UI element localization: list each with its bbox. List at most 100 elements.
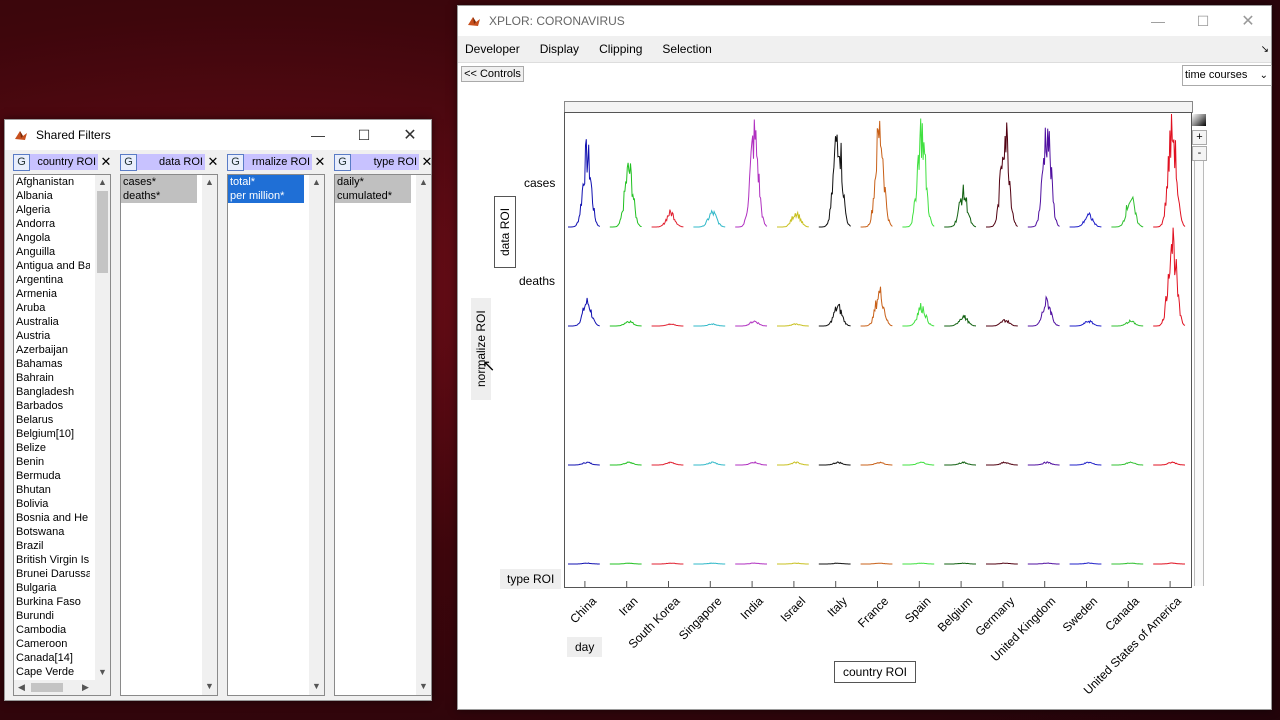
- list-item[interactable]: Bermuda: [14, 469, 90, 483]
- xplor-titlebar[interactable]: XPLOR: CORONAVIRUS — ☐ ✕: [458, 6, 1271, 36]
- time-course-plot[interactable]: [564, 112, 1192, 588]
- shared-filters-title: Shared Filters: [36, 128, 111, 142]
- list-item[interactable]: Botswana: [14, 525, 90, 539]
- list-item[interactable]: Burkina Faso: [14, 595, 90, 609]
- deaths-label: deaths: [519, 274, 556, 288]
- list-item[interactable]: cumulated*: [335, 189, 411, 203]
- country-list-hscroll[interactable]: ◀ ▶: [14, 680, 110, 695]
- country-list-vscroll[interactable]: ▲ ▼: [95, 175, 110, 680]
- menu-display[interactable]: Display: [540, 42, 579, 56]
- list-item[interactable]: total*: [228, 175, 304, 189]
- country-roi-list[interactable]: Afghanistan Albania Algeria Andorra Angola An…: [13, 174, 111, 696]
- normalize-roi-close-icon[interactable]: ✕: [313, 154, 327, 170]
- close-button[interactable]: ✕: [387, 120, 433, 150]
- list-item[interactable]: cases*: [121, 175, 197, 189]
- list-item[interactable]: Benin: [14, 455, 90, 469]
- view-select[interactable]: time courses ⌄: [1182, 65, 1272, 86]
- list-item[interactable]: Brunei Darussa: [14, 567, 90, 581]
- menu-clipping[interactable]: Clipping: [599, 42, 642, 56]
- normalize-axis-label[interactable]: normalize ROI: [471, 298, 491, 400]
- list-item[interactable]: Belgium[10]: [14, 427, 90, 441]
- list-item[interactable]: Belarus: [14, 413, 90, 427]
- list-item[interactable]: Armenia: [14, 287, 90, 301]
- list-item[interactable]: Antigua and Ba: [14, 259, 90, 273]
- scroll-down-icon[interactable]: ▼: [95, 665, 110, 680]
- hscroll-thumb[interactable]: [31, 683, 63, 692]
- list-item[interactable]: Bolivia: [14, 497, 90, 511]
- list-item[interactable]: Argentina: [14, 273, 90, 287]
- list-item[interactable]: Cambodia: [14, 623, 90, 637]
- day-axis-label[interactable]: day: [567, 637, 603, 657]
- data-roi-list[interactable]: cases* deaths* ▲ ▼: [120, 174, 218, 696]
- minimize-button[interactable]: —: [295, 120, 341, 150]
- normalize-roi-vscroll[interactable]: ▲ ▼: [309, 175, 324, 695]
- list-item[interactable]: Burundi: [14, 609, 90, 623]
- list-item[interactable]: Angola: [14, 231, 90, 245]
- scroll-down-icon[interactable]: ▼: [202, 679, 217, 694]
- scroll-up-icon[interactable]: ▲: [309, 175, 324, 190]
- group-button[interactable]: G: [120, 154, 137, 171]
- data-roi-title: data ROI: [137, 154, 205, 170]
- list-item[interactable]: Brazil: [14, 539, 90, 553]
- scroll-left-icon[interactable]: ◀: [14, 680, 29, 695]
- scroll-up-icon[interactable]: ▲: [95, 175, 110, 190]
- list-item[interactable]: British Virgin Is: [14, 553, 90, 567]
- group-button[interactable]: G: [227, 154, 244, 171]
- list-item[interactable]: Bulgaria: [14, 581, 90, 595]
- scroll-up-icon[interactable]: ▲: [202, 175, 217, 190]
- type-roi-close-icon[interactable]: ✕: [420, 154, 434, 170]
- list-item[interactable]: Afghanistan: [14, 175, 90, 189]
- scroll-down-icon[interactable]: ▼: [309, 679, 324, 694]
- list-item[interactable]: Bahrain: [14, 371, 90, 385]
- list-item[interactable]: Canada[14]: [14, 651, 90, 665]
- list-item[interactable]: Aruba: [14, 301, 90, 315]
- list-item[interactable]: Barbados: [14, 399, 90, 413]
- maximize-button[interactable]: ☐: [341, 120, 387, 150]
- list-item[interactable]: Anguilla: [14, 245, 90, 259]
- data-roi-close-icon[interactable]: ✕: [206, 154, 220, 170]
- type-roi-vscroll[interactable]: ▲ ▼: [416, 175, 431, 695]
- list-item[interactable]: Cape Verde: [14, 665, 90, 679]
- normalize-roi-list[interactable]: total* per million* ▲ ▼: [227, 174, 325, 696]
- list-item[interactable]: Albania: [14, 189, 90, 203]
- scroll-up-icon[interactable]: ▲: [416, 175, 431, 190]
- zoom-out-button[interactable]: -: [1192, 146, 1207, 161]
- list-item[interactable]: Azerbaijan: [14, 343, 90, 357]
- maximize-button[interactable]: ☐: [1180, 6, 1226, 36]
- scroll-down-icon[interactable]: ▼: [416, 679, 431, 694]
- list-item[interactable]: Algeria: [14, 203, 90, 217]
- scroll-right-icon[interactable]: ▶: [78, 680, 93, 695]
- close-button[interactable]: ✕: [1225, 6, 1271, 36]
- country-roi-close-icon[interactable]: ✕: [99, 154, 113, 170]
- list-item[interactable]: per million*: [228, 189, 304, 203]
- list-item[interactable]: Cameroon: [14, 637, 90, 651]
- country-roi-header: G country ROI ✕: [13, 154, 113, 172]
- list-item[interactable]: Belize: [14, 441, 90, 455]
- minimize-button[interactable]: —: [1135, 6, 1181, 36]
- list-item[interactable]: Austria: [14, 329, 90, 343]
- list-item[interactable]: deaths*: [121, 189, 197, 203]
- plot-vscroll[interactable]: [1194, 161, 1204, 586]
- type-roi-list[interactable]: daily* cumulated* ▲ ▼: [334, 174, 432, 696]
- list-item[interactable]: Australia: [14, 315, 90, 329]
- list-item[interactable]: Bahamas: [14, 357, 90, 371]
- shared-filters-titlebar[interactable]: Shared Filters — ☐ ✕: [5, 120, 431, 150]
- list-item[interactable]: Bhutan: [14, 483, 90, 497]
- country-roi-axis-label[interactable]: country ROI: [834, 661, 917, 683]
- list-item[interactable]: Bosnia and He: [14, 511, 90, 525]
- zoom-in-button[interactable]: +: [1192, 130, 1207, 145]
- data-roi-vscroll[interactable]: ▲ ▼: [202, 175, 217, 695]
- data-roi-axis-label[interactable]: data ROI: [494, 196, 516, 268]
- group-button[interactable]: G: [13, 154, 30, 171]
- menu-developer[interactable]: Developer: [465, 42, 520, 56]
- list-item[interactable]: Bangladesh: [14, 385, 90, 399]
- scroll-thumb[interactable]: [97, 191, 108, 273]
- list-item[interactable]: daily*: [335, 175, 411, 189]
- dock-arrow-icon[interactable]: ↘: [1261, 44, 1269, 55]
- list-item[interactable]: Andorra: [14, 217, 90, 231]
- country-label: Belgium: [934, 594, 976, 635]
- type-roi-axis-label[interactable]: type ROI: [500, 569, 562, 589]
- group-button[interactable]: G: [334, 154, 351, 171]
- controls-button[interactable]: << Controls: [461, 66, 524, 82]
- menu-selection[interactable]: Selection: [662, 42, 711, 56]
